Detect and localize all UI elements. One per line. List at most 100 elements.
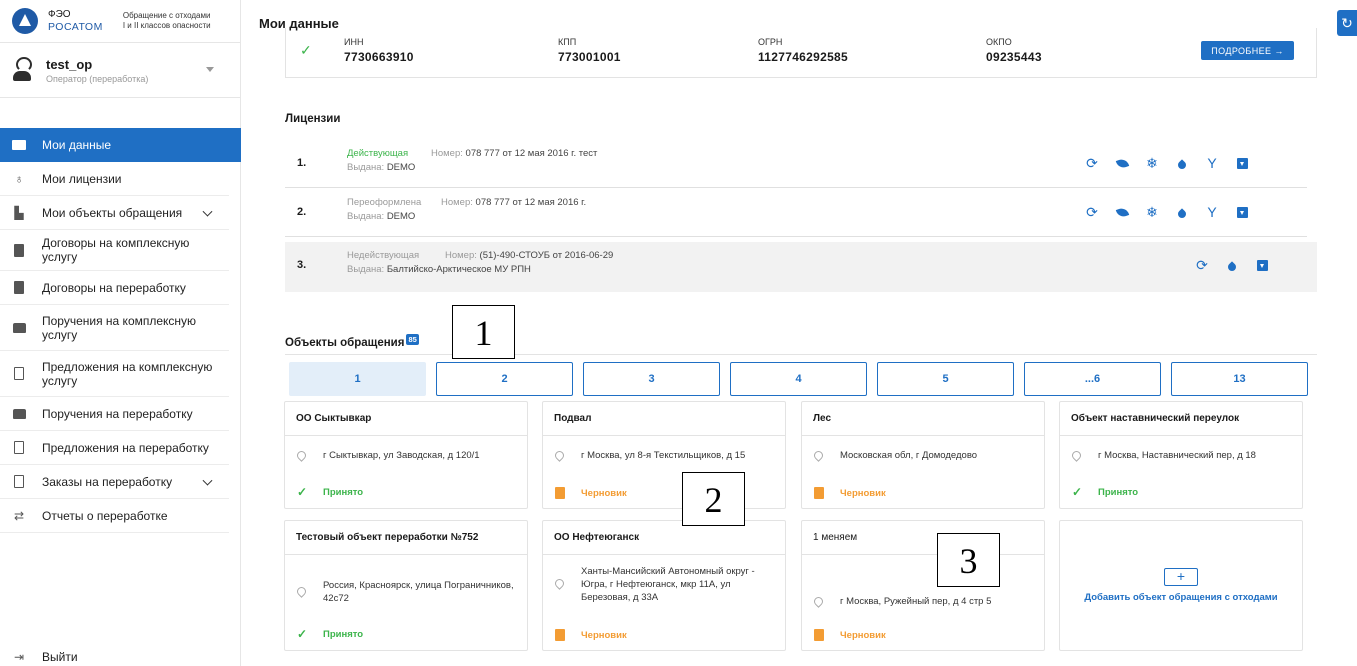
- object-card-address: г Москва, Наставнический пер, д 18: [1098, 450, 1256, 461]
- user-avatar-icon: [12, 57, 32, 83]
- sidebar-item-processing-offers[interactable]: Предложения на переработку: [0, 431, 229, 465]
- details-button[interactable]: ПОДРОБНЕЕ →: [1201, 41, 1294, 60]
- sidebar-item-label: Предложения на комплексную услугу: [42, 359, 213, 388]
- snowflake-icon[interactable]: ❄: [1137, 155, 1167, 171]
- object-card[interactable]: ОО Нефтеюганск Ханты-Мансийский Автономн…: [542, 520, 786, 651]
- logout-icon: ⇥: [13, 650, 25, 664]
- sidebar-item-complex-offers[interactable]: Предложения на комплексную услугу: [0, 351, 229, 397]
- object-card-status: Принято: [1098, 486, 1139, 498]
- fork-icon[interactable]: Y: [1197, 155, 1227, 171]
- license-number-label: Номер:: [431, 148, 463, 159]
- license-issued-label: Выдана:: [347, 162, 385, 173]
- object-card-title: Лес: [802, 402, 1044, 436]
- sidebar-item-processing-contracts[interactable]: Договоры на переработку: [0, 271, 229, 305]
- license-number-label: Номер:: [445, 250, 477, 261]
- refresh-icon[interactable]: ↻: [1337, 10, 1357, 36]
- license-number: 078 777 от 12 мая 2016 г. тест: [465, 148, 598, 159]
- page-button[interactable]: 4: [730, 362, 867, 396]
- page-button[interactable]: 13: [1171, 362, 1308, 396]
- archive-icon[interactable]: [1227, 155, 1257, 171]
- add-object-label[interactable]: Добавить объект обращения с отходами: [1084, 592, 1277, 603]
- page-button[interactable]: 3: [583, 362, 720, 396]
- leaf-icon[interactable]: [1107, 155, 1137, 171]
- ogrn-value: 1127746292585: [758, 50, 848, 64]
- draft-file-icon: [814, 629, 824, 641]
- license-row[interactable]: 3. Недействующая Номер: (51)-490-СТОУБ о…: [285, 242, 1317, 292]
- sidebar-item-my-licenses[interactable]: ♁ Мои лицензии: [0, 162, 229, 196]
- ogrn-label: ОГРН: [758, 37, 783, 47]
- page-button[interactable]: 2: [436, 362, 573, 396]
- logo[interactable]: ФЭО РОСАТОМ Обращение с отходами I и II …: [0, 0, 240, 43]
- sidebar-item-label: Отчеты о переработке: [42, 508, 168, 523]
- location-pin-icon: [812, 595, 825, 608]
- kpp-label: КПП: [558, 37, 577, 47]
- object-card-status: Черновик: [840, 629, 886, 641]
- reissue-icon[interactable]: ⟳: [1077, 155, 1107, 171]
- flame-icon[interactable]: [1217, 257, 1247, 273]
- object-card-status: Принято: [323, 628, 364, 640]
- license-issued: DEMO: [386, 211, 416, 222]
- object-card-address: г Сыктывкар, ул Заводская, д 120/1: [323, 450, 480, 461]
- location-pin-icon: [1070, 449, 1083, 462]
- logout-button[interactable]: ⇥ Выйти: [12, 650, 78, 664]
- license-number-label: Номер:: [441, 197, 473, 208]
- leaf-icon[interactable]: [1107, 204, 1137, 220]
- reissue-icon[interactable]: ⟳: [1077, 204, 1107, 220]
- archive-icon[interactable]: [1227, 204, 1257, 220]
- kpp-value: 773001001: [558, 50, 621, 64]
- location-pin-icon: [553, 449, 566, 462]
- check-icon: ✓: [297, 485, 308, 499]
- annotation-callout: 2: [682, 472, 745, 526]
- object-card[interactable]: Подвал г Москва, ул 8-я Текстильщиков, д…: [542, 401, 786, 509]
- object-card[interactable]: ОО Сыктывкар г Сыктывкар, ул Заводская, …: [284, 401, 528, 509]
- object-card[interactable]: 1 меняем г Москва, Ружейный пер, д 4 стр…: [801, 520, 1045, 651]
- logo-sub2: I и II классов опасности: [122, 21, 211, 30]
- user-name: test_op: [46, 56, 93, 72]
- sidebar-item-processing-requests[interactable]: Заказы на переработку: [0, 465, 229, 499]
- objects-title: Объекты обращения 85: [285, 334, 419, 349]
- license-number: (51)-490-СТОУБ от 2016-06-29: [479, 250, 614, 261]
- chevron-down-icon[interactable]: [202, 475, 213, 486]
- location-pin-icon: [812, 449, 825, 462]
- flame-icon[interactable]: [1167, 204, 1197, 220]
- location-pin-icon: [295, 449, 308, 462]
- sidebar-item-label: Заказы на переработку: [42, 474, 173, 489]
- license-issued: DEMO: [386, 162, 416, 173]
- sidebar-item-complex-orders[interactable]: Поручения на комплексную услугу: [0, 305, 229, 351]
- sidebar-item-label: Мои данные: [42, 138, 112, 152]
- add-object-card[interactable]: + Добавить объект обращения с отходами: [1059, 520, 1303, 651]
- object-card[interactable]: Тестовый объект переработки №752 Россия,…: [284, 520, 528, 651]
- object-card[interactable]: Лес Московская обл, г Домодедово Чернови…: [801, 401, 1045, 509]
- archive-icon[interactable]: [1247, 257, 1277, 273]
- sidebar-item-my-objects[interactable]: ▙ Мои объекты обращения: [0, 196, 229, 230]
- divider: [285, 354, 1317, 355]
- fork-icon[interactable]: Y: [1197, 204, 1227, 220]
- reissue-icon[interactable]: ⟳: [1187, 257, 1217, 273]
- snowflake-icon[interactable]: ❄: [1137, 204, 1167, 220]
- user-menu[interactable]: test_op Оператор (переработка): [0, 43, 240, 98]
- license-row[interactable]: 2. Переоформлена Номер: 078 777 от 12 ма…: [285, 189, 1307, 237]
- object-card-address: г Москва, Ружейный пер, д 4 стр 5: [840, 596, 992, 607]
- flame-icon[interactable]: [1167, 155, 1197, 171]
- inn-label: ИНН: [344, 37, 364, 47]
- check-icon: ✓: [297, 627, 308, 641]
- page-button[interactable]: 1: [289, 362, 426, 396]
- chevron-down-icon[interactable]: [206, 67, 214, 72]
- sidebar-item-processing-orders[interactable]: Поручения на переработку: [0, 397, 229, 431]
- location-pin-icon: [295, 585, 308, 598]
- chevron-down-icon[interactable]: [202, 206, 213, 217]
- object-card-address: Московская обл, г Домодедово: [840, 450, 978, 461]
- sidebar-item-processing-reports[interactable]: ⇄ Отчеты о переработке: [0, 499, 229, 533]
- logo-line2: РОСАТОМ: [48, 21, 103, 33]
- sidebar-item-complex-contracts[interactable]: Договоры на комплексную услугу: [0, 230, 229, 271]
- object-card-address: г Москва, ул 8-я Текстильщиков, д 15: [581, 450, 746, 461]
- license-row[interactable]: 1. Действующая Номер: 078 777 от 12 мая …: [285, 140, 1307, 188]
- plus-icon[interactable]: +: [1164, 568, 1198, 586]
- licenses-title: Лицензии: [285, 113, 341, 125]
- sidebar-menu: Мои данные ♁ Мои лицензии ▙ Мои объекты …: [0, 128, 241, 533]
- object-card[interactable]: Объект наставнический переулок г Москва,…: [1059, 401, 1303, 509]
- sidebar-item-my-data[interactable]: Мои данные: [0, 128, 241, 162]
- requisites-card: ✓ ИНН 7730663910 КПП 773001001 ОГРН 1127…: [285, 28, 1317, 78]
- page-button[interactable]: 5: [877, 362, 1014, 396]
- page-button[interactable]: ...6: [1024, 362, 1161, 396]
